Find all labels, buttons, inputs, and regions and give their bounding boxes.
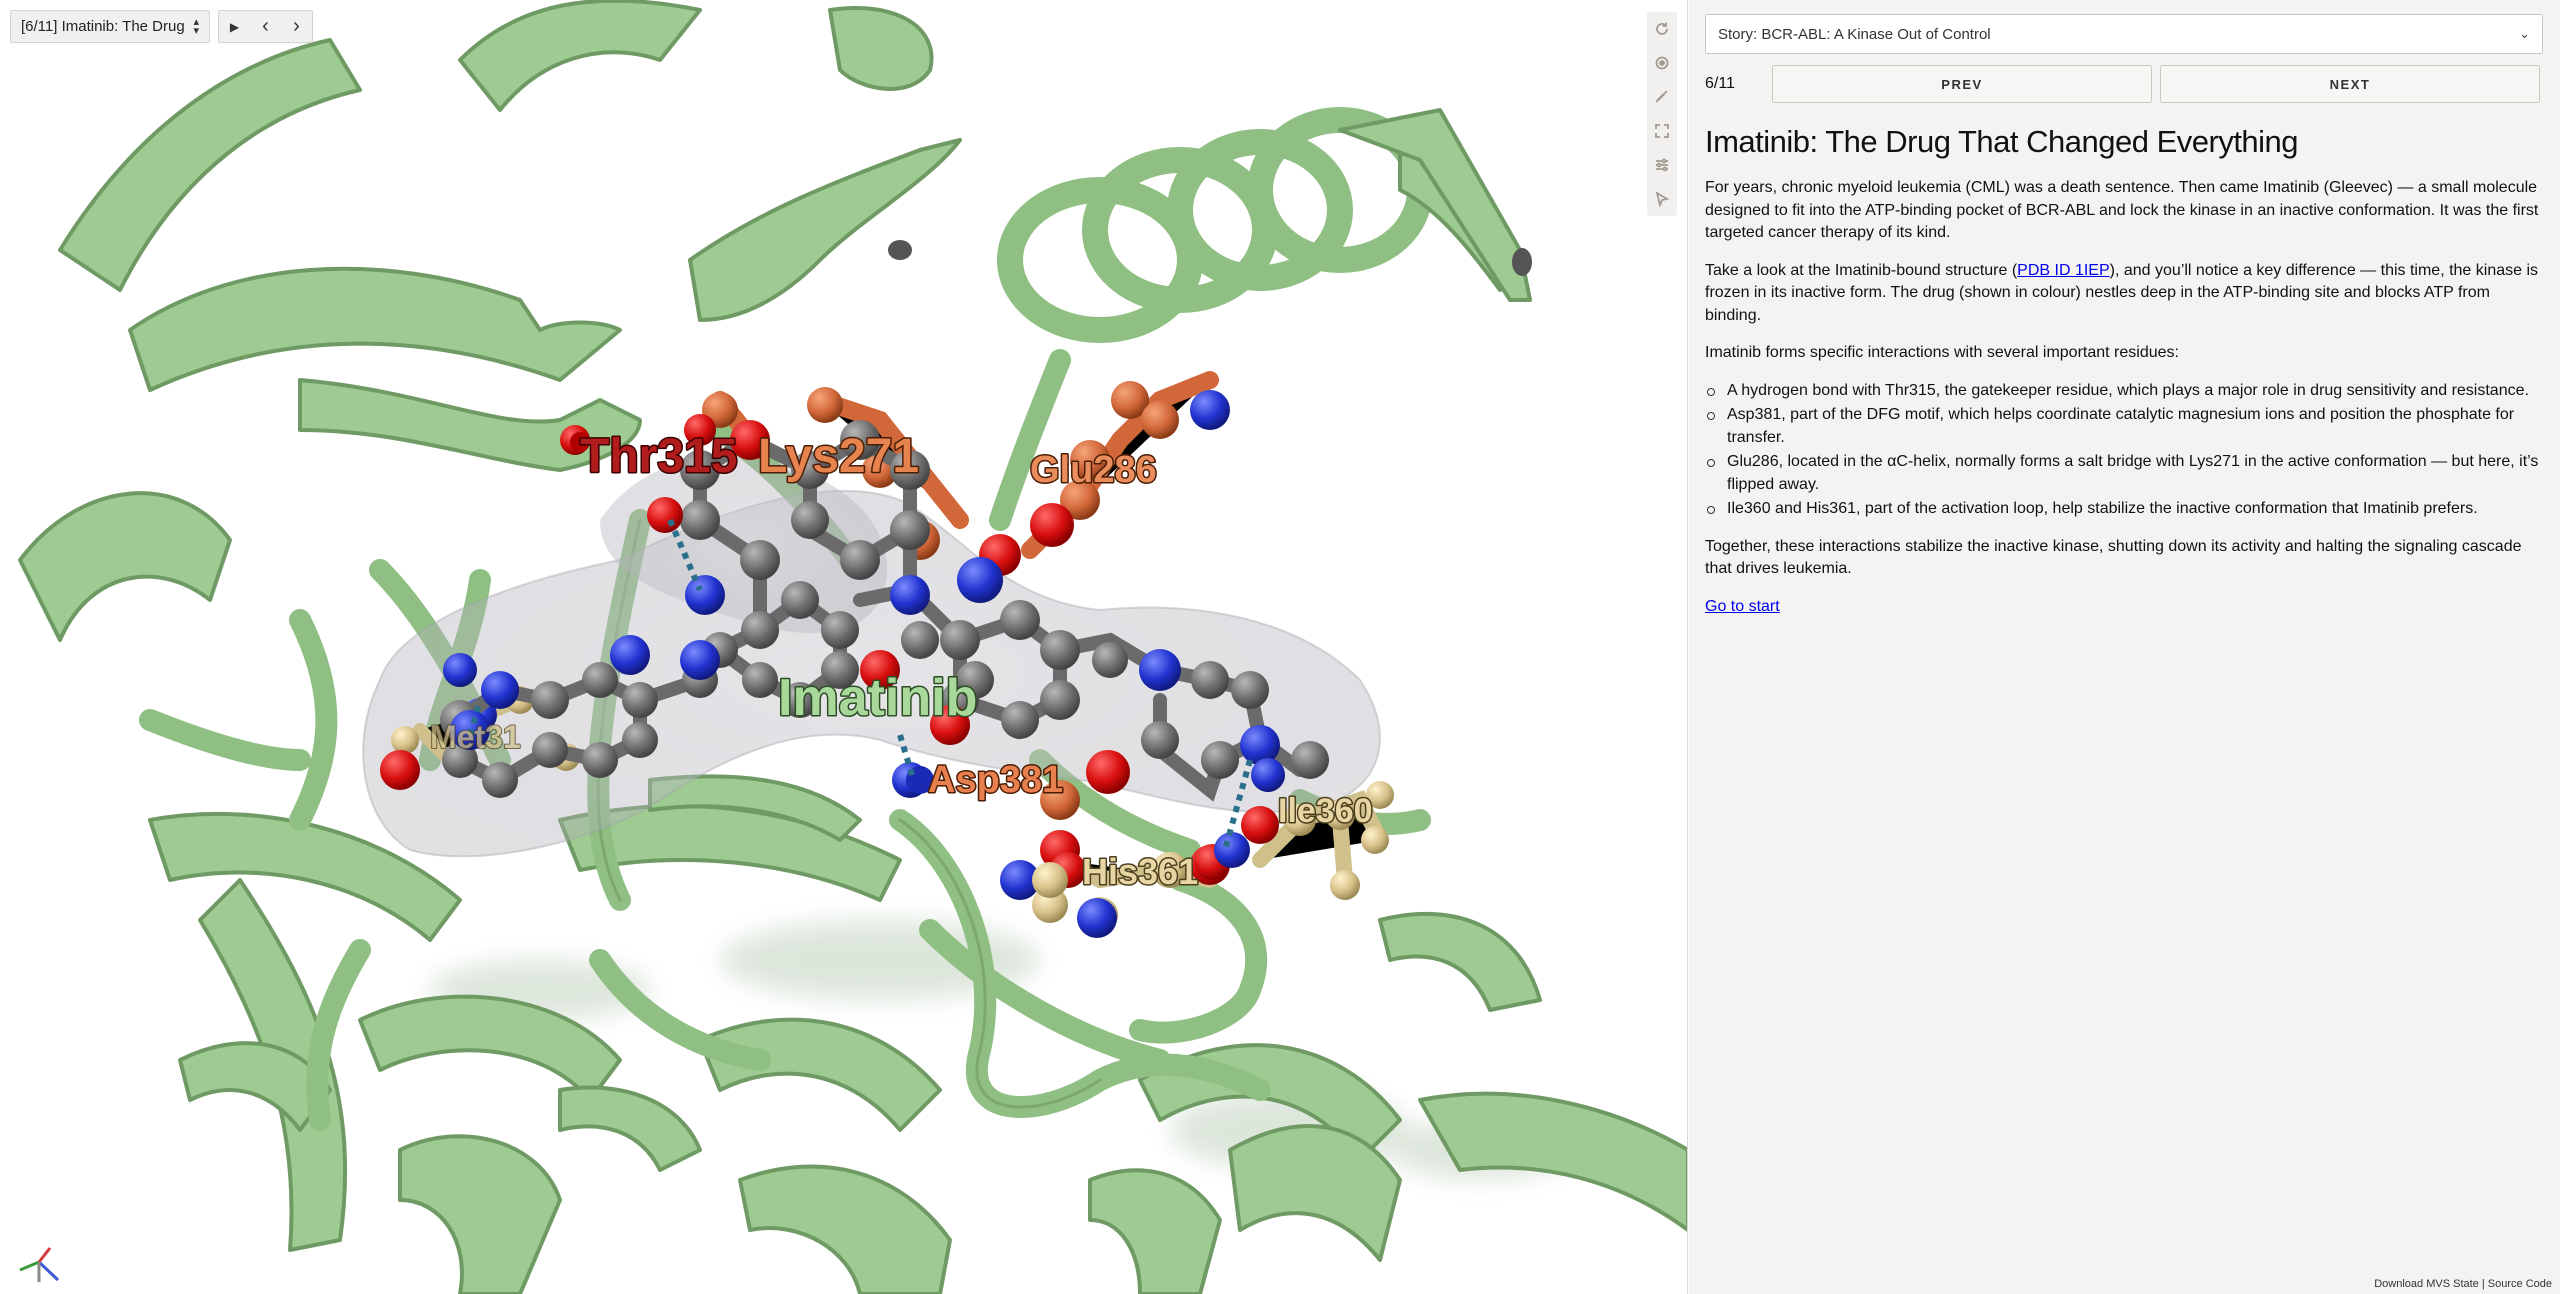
story-paragraph-3: Imatinib forms specific interactions wit… [1705, 344, 2179, 361]
label-glu286: Glu286 [1030, 449, 1157, 491]
play-icon: ▶ [229, 19, 240, 34]
label-asp381: Asp381 [928, 759, 1063, 801]
para2-text-before: Take a look at the Imatinib-bound struct… [1705, 261, 2018, 279]
list-item: A hydrogen bond with Thr315, the gatekee… [1705, 380, 2545, 403]
playback-controls: ▶ ‹ › [218, 10, 313, 43]
snapshot-select-value: [6/11] Imatinib: The Drug T [21, 18, 190, 35]
label-lys271: Lys271 [758, 430, 919, 483]
go-to-start-link[interactable]: Go to start [1705, 598, 1780, 615]
snapshot-controls: [6/11] Imatinib: The Drug T ▴ ▾ ▶ ‹ › [10, 10, 313, 43]
label-thr315: Thr315 [580, 430, 737, 483]
footer-links: Download MVS State | Source Code [2374, 1278, 2552, 1290]
story-select[interactable]: Story: BCR-ABL: A Kinase Out of Control … [1705, 14, 2543, 54]
story-navigation: 6/11 PREV NEXT [1705, 65, 2544, 103]
reset-camera-icon [1656, 22, 1668, 35]
list-item: Ile360 and His361, part of the activatio… [1705, 498, 2545, 521]
label-met318: Met31 [430, 719, 521, 755]
source-code-link[interactable]: Source Code [2488, 1278, 2552, 1290]
story-counter: 6/11 [1705, 75, 1735, 92]
list-item: Glu286, located in the αC-helix, normall… [1705, 451, 2545, 496]
toggle-spin-icon [1655, 56, 1669, 70]
reset-camera-button[interactable] [1647, 12, 1677, 46]
play-button[interactable]: ▶ [219, 11, 250, 42]
molecule-viewer[interactable]: Thr315 Lys271 Glu286 Imatinib Asp381 His… [0, 0, 1688, 1294]
select-arrows-icon: ▴ ▾ [193, 15, 199, 37]
measure-button[interactable] [1647, 80, 1677, 114]
label-imatinib: Imatinib [778, 669, 977, 727]
chevron-right-icon: › [293, 15, 300, 37]
snapshot-select[interactable]: [6/11] Imatinib: The Drug T ▴ ▾ [10, 10, 210, 43]
label-ile360: Ile360 [1278, 792, 1373, 830]
selection-mode-icon [1655, 191, 1670, 207]
fullscreen-button[interactable] [1647, 114, 1677, 148]
footer-separator: | [2481, 1278, 2485, 1290]
previous-snapshot-button[interactable]: ‹ [250, 11, 281, 42]
selection-mode-button[interactable] [1647, 182, 1677, 216]
toggle-spin-button[interactable] [1647, 46, 1677, 80]
chevron-left-icon: ‹ [262, 15, 269, 37]
story-select-value: Story: BCR-ABL: A Kinase Out of Control [1718, 25, 1991, 43]
settings-icon [1656, 158, 1668, 172]
measure-icon [1655, 90, 1668, 103]
viewer-toolbar [1647, 12, 1677, 216]
molecule-canvas[interactable]: Thr315 Lys271 Glu286 Imatinib Asp381 His… [0, 0, 1688, 1294]
interaction-list: A hydrogen bond with Thr315, the gatekee… [1705, 380, 2545, 521]
label-his361: His361 [1082, 851, 1198, 892]
story-panel: Story: BCR-ABL: A Kinase Out of Control … [1689, 0, 2560, 1294]
story-paragraph-2: Take a look at the Imatinib-bound struct… [1705, 260, 2545, 328]
chevron-down-icon: ⌄ [2519, 26, 2530, 41]
story-title: Imatinib: The Drug That Changed Everythi… [1705, 124, 2299, 159]
fullscreen-icon [1655, 124, 1669, 138]
story-paragraph-1: For years, chronic myeloid leukemia (CML… [1705, 179, 2539, 241]
pdb-link[interactable]: PDB ID 1IEP [2017, 262, 2109, 279]
next-button[interactable]: NEXT [2160, 65, 2540, 103]
list-item: Asp381, part of the DFG motif, which hel… [1705, 404, 2545, 449]
story-paragraph-4: Together, these interactions stabilize t… [1705, 537, 2522, 578]
next-snapshot-button[interactable]: › [281, 11, 312, 42]
go-to-start-wrapper: Go to start [1705, 596, 2545, 619]
prev-button[interactable]: PREV [1772, 65, 2152, 103]
settings-button[interactable] [1647, 148, 1677, 182]
download-mvs-link[interactable]: Download MVS State [2374, 1278, 2479, 1290]
axes-gizmo-icon [19, 1247, 60, 1282]
story-body: For years, chronic myeloid leukemia (CML… [1705, 177, 2545, 618]
